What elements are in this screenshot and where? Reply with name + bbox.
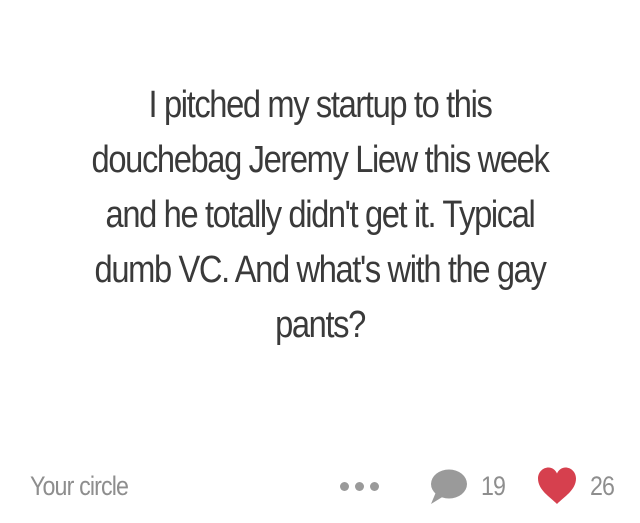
post-footer: Your circle 19 26 (0, 462, 640, 510)
like-count: 26 (590, 471, 615, 501)
circle-label: Your circle (30, 471, 129, 501)
like-button[interactable]: 26 (536, 466, 636, 506)
comment-count: 19 (481, 471, 506, 501)
secret-post-card: I pitched my startup to this douchebag J… (0, 0, 640, 523)
more-options-button[interactable] (338, 476, 384, 496)
speech-bubble-icon (431, 469, 467, 504)
comments-button[interactable]: 19 (428, 466, 518, 506)
post-message: I pitched my startup to this douchebag J… (91, 84, 550, 346)
heart-icon (538, 467, 576, 504)
